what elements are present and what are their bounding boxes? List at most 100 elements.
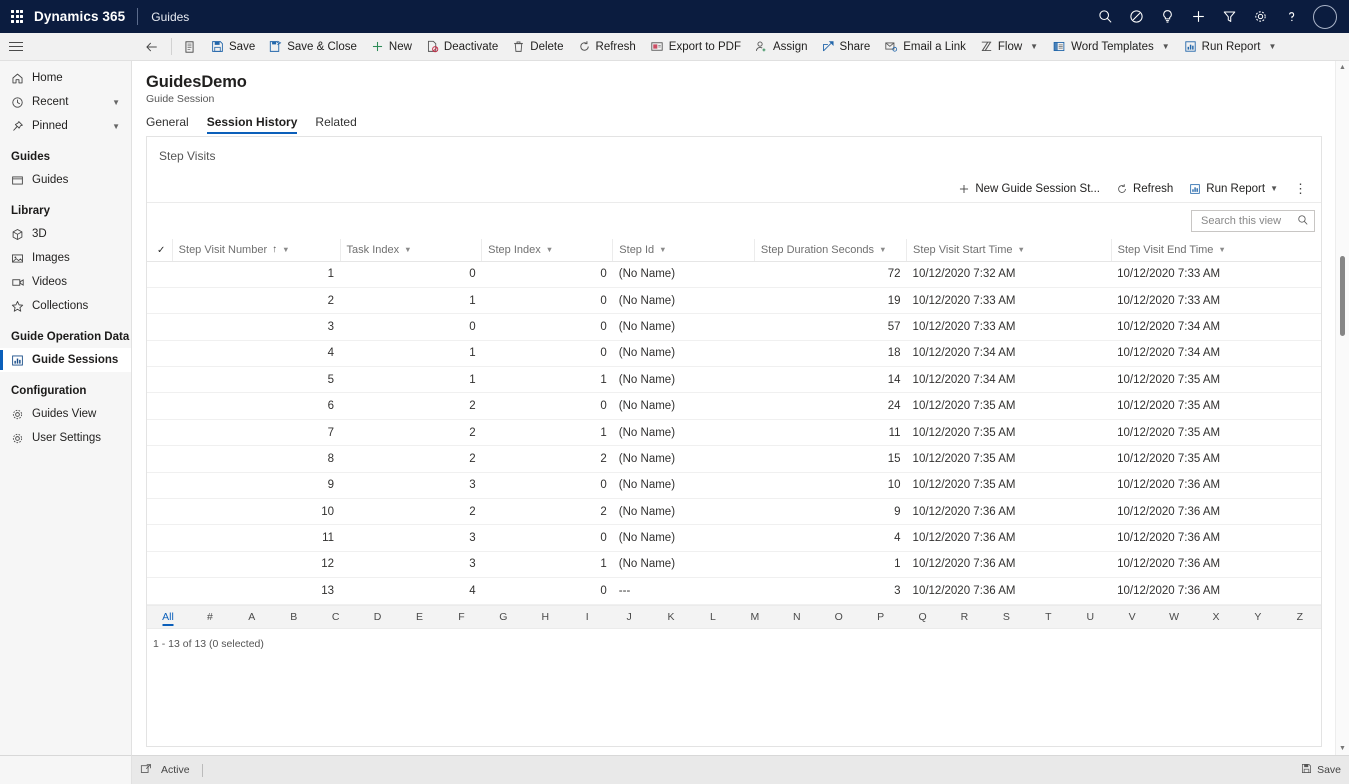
tab-general[interactable]: General (146, 115, 189, 134)
row-checkbox[interactable] (147, 393, 172, 419)
chevron-down-icon[interactable]: ▼ (404, 245, 411, 254)
word-templates-button[interactable]: Word Templates ▼ (1045, 34, 1177, 60)
alpha-filter-f[interactable]: F (440, 605, 482, 629)
assign-button[interactable]: Assign (748, 34, 815, 60)
table-row[interactable]: 822(No Name)1510/12/2020 7:35 AM10/12/20… (147, 446, 1321, 472)
new-guide-session-step-button[interactable]: New Guide Session St... (950, 176, 1108, 202)
alpha-filter-s[interactable]: S (985, 605, 1027, 629)
alpha-filter-t[interactable]: T (1027, 605, 1069, 629)
table-row[interactable]: 721(No Name)1110/12/2020 7:35 AM10/12/20… (147, 419, 1321, 445)
new-button[interactable]: New (364, 34, 419, 60)
column-header-step-duration-seconds[interactable]: Step Duration Seconds ▼ (754, 239, 906, 261)
sidebar-item-home[interactable]: Home (0, 66, 131, 90)
row-checkbox[interactable] (147, 261, 172, 287)
table-row[interactable]: 1130(No Name)410/12/2020 7:36 AM10/12/20… (147, 525, 1321, 551)
alpha-filter-d[interactable]: D (357, 605, 399, 629)
app-launcher-button[interactable] (0, 10, 34, 22)
alpha-filter-e[interactable]: E (399, 605, 441, 629)
save-and-close-button[interactable]: Save & Close (262, 34, 364, 60)
row-checkbox[interactable] (147, 314, 172, 340)
select-all-checkbox[interactable]: ✓ (147, 239, 172, 261)
chevron-down-icon[interactable]: ▼ (112, 122, 131, 131)
lightbulb-icon[interactable] (1152, 0, 1183, 33)
column-header-step-visit-number[interactable]: Step Visit Number ↑ ▼ (172, 239, 340, 261)
chevron-down-icon[interactable]: ▼ (282, 245, 289, 254)
row-checkbox[interactable] (147, 287, 172, 313)
alpha-filter-j[interactable]: J (608, 605, 650, 629)
run-report-button[interactable]: Run Report ▼ (1177, 34, 1284, 60)
search-this-view-box[interactable] (1191, 210, 1315, 232)
column-header-step-visit-start-time[interactable]: Step Visit Start Time ▼ (907, 239, 1112, 261)
row-checkbox[interactable] (147, 578, 172, 604)
filter-icon[interactable] (1214, 0, 1245, 33)
subgrid-run-report-button[interactable]: Run Report ▼ (1181, 176, 1286, 202)
alpha-filter-all[interactable]: All (147, 605, 189, 629)
cell-step-id[interactable]: (No Name) (613, 261, 755, 287)
row-checkbox[interactable] (147, 472, 172, 498)
alpha-filter-q[interactable]: Q (902, 605, 944, 629)
alpha-filter-h[interactable]: H (524, 605, 566, 629)
row-checkbox[interactable] (147, 367, 172, 393)
sidebar-item-videos[interactable]: Videos (0, 270, 131, 294)
search-icon[interactable] (1090, 0, 1121, 33)
sidebar-item-pinned[interactable]: Pinned ▼ (0, 114, 131, 138)
deactivate-button[interactable]: Deactivate (419, 34, 505, 60)
alpha-filter-n[interactable]: N (776, 605, 818, 629)
table-row[interactable]: 300(No Name)5710/12/2020 7:33 AM10/12/20… (147, 314, 1321, 340)
sidebar-item-images[interactable]: Images (0, 246, 131, 270)
scroll-down-arrow-icon[interactable]: ▼ (1336, 742, 1349, 755)
alpha-filter-o[interactable]: O (818, 605, 860, 629)
cell-step-id[interactable]: (No Name) (613, 525, 755, 551)
scroll-up-arrow-icon[interactable]: ▲ (1336, 61, 1349, 74)
cell-step-id[interactable]: (No Name) (613, 393, 755, 419)
site-map-toggle-button[interactable] (0, 33, 132, 61)
popout-icon[interactable] (140, 763, 152, 778)
chevron-down-icon[interactable]: ▼ (1018, 245, 1025, 254)
row-checkbox[interactable] (147, 419, 172, 445)
avatar[interactable] (1313, 5, 1337, 29)
status-bar-save-button[interactable]: Save (1301, 763, 1341, 777)
chevron-down-icon[interactable]: ▼ (1218, 245, 1225, 254)
subgrid-refresh-button[interactable]: Refresh (1108, 176, 1181, 202)
sidebar-item-recent[interactable]: Recent ▼ (0, 90, 131, 114)
table-row[interactable]: 620(No Name)2410/12/2020 7:35 AM10/12/20… (147, 393, 1321, 419)
refresh-button[interactable]: Refresh (571, 34, 643, 60)
search-icon[interactable] (1297, 214, 1309, 229)
assistant-icon[interactable] (1121, 0, 1152, 33)
search-input[interactable] (1199, 214, 1297, 228)
delete-button[interactable]: Delete (505, 34, 570, 60)
table-row[interactable]: 930(No Name)1010/12/2020 7:35 AM10/12/20… (147, 472, 1321, 498)
table-row[interactable]: 410(No Name)1810/12/2020 7:34 AM10/12/20… (147, 340, 1321, 366)
sidebar-item-guide-sessions[interactable]: Guide Sessions (0, 348, 131, 372)
scrollbar-thumb[interactable] (1340, 256, 1345, 336)
back-button[interactable] (136, 34, 168, 60)
column-header-task-index[interactable]: Task Index ▼ (340, 239, 482, 261)
cell-step-id[interactable]: (No Name) (613, 499, 755, 525)
plus-icon[interactable] (1183, 0, 1214, 33)
alpha-filter-z[interactable]: Z (1279, 605, 1321, 629)
alpha-filter-u[interactable]: U (1069, 605, 1111, 629)
cell-step-id[interactable]: (No Name) (613, 287, 755, 313)
chevron-down-icon[interactable]: ▼ (879, 245, 886, 254)
column-header-step-index[interactable]: Step Index ▼ (482, 239, 613, 261)
alpha-filter-hash[interactable]: # (189, 605, 231, 629)
share-button[interactable]: Share (815, 34, 878, 60)
subgrid-overflow-button[interactable]: ⋮ (1286, 182, 1315, 195)
row-checkbox[interactable] (147, 446, 172, 472)
column-header-step-id[interactable]: Step Id ▼ (613, 239, 755, 261)
export-to-pdf-button[interactable]: Export to PDF (643, 34, 748, 60)
alpha-filter-i[interactable]: I (566, 605, 608, 629)
alpha-filter-a[interactable]: A (231, 605, 273, 629)
main-vertical-scrollbar[interactable]: ▲ ▼ (1335, 61, 1349, 755)
alpha-filter-w[interactable]: W (1153, 605, 1195, 629)
tab-related[interactable]: Related (315, 115, 356, 134)
flow-button[interactable]: Flow ▼ (973, 34, 1045, 60)
alpha-filter-v[interactable]: V (1111, 605, 1153, 629)
sidebar-item-guides[interactable]: Guides (0, 168, 131, 192)
chevron-down-icon[interactable]: ▼ (546, 245, 553, 254)
chevron-down-icon[interactable]: ▼ (659, 245, 666, 254)
alpha-filter-x[interactable]: X (1195, 605, 1237, 629)
alpha-filter-b[interactable]: B (273, 605, 315, 629)
cell-step-id[interactable]: (No Name) (613, 551, 755, 577)
alpha-filter-g[interactable]: G (482, 605, 524, 629)
